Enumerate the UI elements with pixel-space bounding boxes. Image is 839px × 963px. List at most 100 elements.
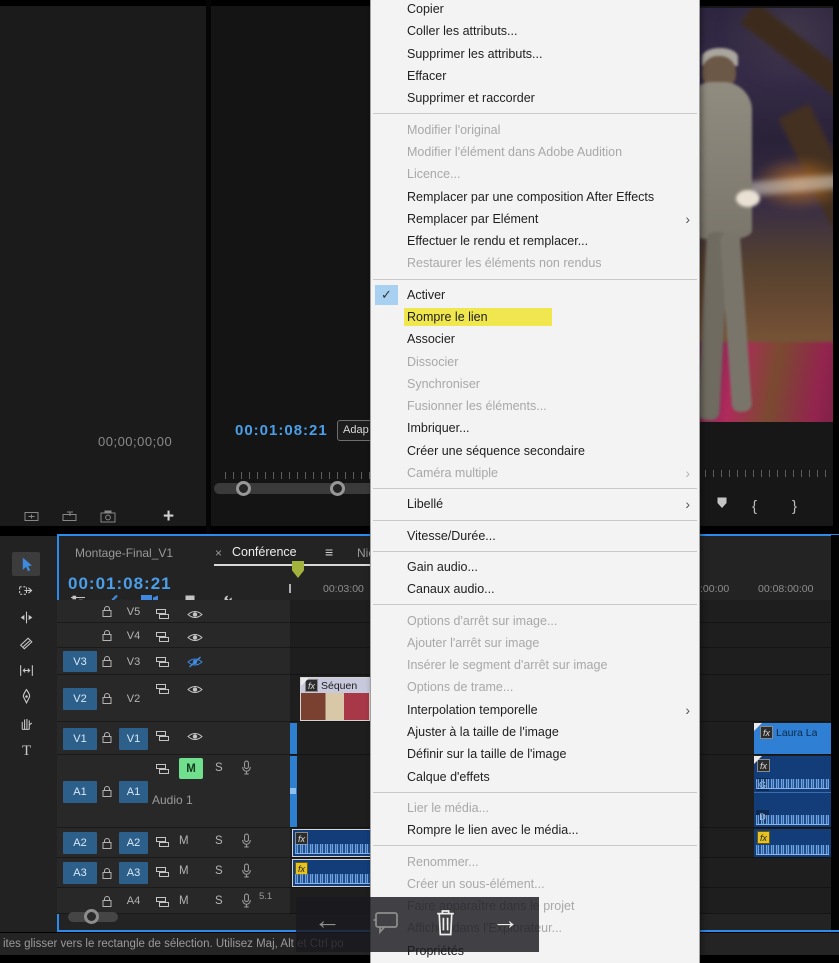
- ripple-edit-tool[interactable]: [12, 605, 40, 629]
- target-track-v3[interactable]: V3: [119, 651, 148, 672]
- pen-tool[interactable]: [12, 685, 40, 709]
- scrollbar-handle[interactable]: [84, 909, 99, 924]
- track-header-v1[interactable]: V1 V1: [57, 722, 290, 755]
- menu-item-cr-er-une-s-quence-secondaire[interactable]: Créer une séquence secondaire: [371, 440, 699, 462]
- zoom-handle-right[interactable]: [330, 481, 345, 496]
- toggle-track-output-icon[interactable]: [187, 630, 203, 648]
- forward-arrow-icon[interactable]: →: [492, 905, 519, 936]
- solo-button[interactable]: S: [215, 762, 223, 774]
- lock-icon[interactable]: [101, 655, 113, 673]
- toggle-track-output-icon[interactable]: [187, 682, 203, 700]
- add-marker-icon[interactable]: [716, 496, 728, 513]
- track-options-icon[interactable]: [155, 895, 170, 913]
- track-options-icon[interactable]: [155, 655, 170, 673]
- lock-icon[interactable]: [101, 692, 113, 710]
- selection-tool[interactable]: [12, 552, 40, 576]
- target-track-v5[interactable]: V5: [119, 603, 148, 620]
- timeline-timecode[interactable]: 00:01:08:21: [68, 574, 172, 594]
- hand-tool[interactable]: [12, 711, 40, 735]
- voiceover-mic-icon[interactable]: [241, 863, 252, 883]
- source-patch-v2[interactable]: V2: [63, 687, 97, 710]
- source-patch-a1[interactable]: A1: [63, 780, 97, 803]
- mark-out-icon[interactable]: }: [792, 498, 797, 515]
- zoom-handle-left[interactable]: [236, 481, 251, 496]
- tab-conference[interactable]: Conférence: [232, 545, 297, 559]
- tab-montage-final[interactable]: Montage-Final_V1: [75, 546, 173, 560]
- menu-item-effectuer-le-rendu-et-remplacer[interactable]: Effectuer le rendu et remplacer...: [371, 230, 699, 252]
- target-track-v2[interactable]: V2: [119, 688, 148, 710]
- voiceover-mic-icon[interactable]: [241, 893, 252, 913]
- lock-icon[interactable]: [101, 867, 113, 885]
- menu-item-effacer[interactable]: Effacer: [371, 65, 699, 87]
- track-header-a1[interactable]: A1 A1 M S Audio 1: [57, 755, 290, 828]
- track-options-icon[interactable]: [155, 630, 170, 648]
- audio-clip-a2-right[interactable]: fx: [754, 829, 831, 857]
- video-clip-laura[interactable]: fx Laura La: [754, 723, 831, 754]
- close-tab-icon[interactable]: ×: [215, 546, 222, 560]
- razor-tool[interactable]: [12, 632, 40, 656]
- lock-icon[interactable]: [101, 895, 113, 913]
- menu-item-copier[interactable]: Copier: [371, 0, 699, 20]
- target-track-a3[interactable]: A3: [119, 862, 148, 884]
- solo-button[interactable]: S: [215, 865, 223, 877]
- lock-icon[interactable]: [101, 629, 113, 647]
- mute-button[interactable]: M: [179, 895, 189, 907]
- menu-item-imbriquer[interactable]: Imbriquer...: [371, 417, 699, 439]
- target-track-v4[interactable]: V4: [119, 626, 148, 645]
- menu-item-interpolation-temporelle[interactable]: Interpolation temporelle ›: [371, 699, 699, 721]
- track-header-a3[interactable]: A3 A3 M S: [57, 858, 290, 888]
- track-header-a2[interactable]: A2 A2 M S: [57, 828, 290, 858]
- toggle-track-output-hidden-icon[interactable]: [187, 655, 203, 673]
- panel-menu-icon[interactable]: ≡: [325, 544, 333, 560]
- source-patch-a2[interactable]: A2: [63, 832, 97, 854]
- menu-item-gain-audio[interactable]: Gain audio...: [371, 556, 699, 578]
- track-options-icon[interactable]: [155, 682, 170, 700]
- track-header-v5[interactable]: V5: [57, 600, 290, 623]
- mute-button[interactable]: M: [179, 835, 189, 847]
- type-tool[interactable]: T: [12, 738, 40, 762]
- menu-item-ajuster-la-taille-de-l-image[interactable]: Ajuster à la taille de l'image: [371, 721, 699, 743]
- source-patch-v1[interactable]: V1: [63, 727, 97, 750]
- source-patch-a3[interactable]: A3: [63, 862, 97, 884]
- lock-icon[interactable]: [101, 785, 113, 803]
- menu-item-supprimer-les-attributs[interactable]: Supprimer les attributs...: [371, 43, 699, 65]
- lock-icon[interactable]: [101, 731, 113, 749]
- trash-icon[interactable]: [434, 907, 457, 943]
- source-patch-v3[interactable]: V3: [63, 651, 97, 672]
- menu-item-supprimer-et-raccorder[interactable]: Supprimer et raccorder: [371, 87, 699, 109]
- solo-button[interactable]: S: [215, 895, 223, 907]
- extract-icon[interactable]: [62, 510, 78, 528]
- track-options-icon[interactable]: [155, 729, 170, 747]
- menu-item-remplacer-par-une-composition-after-effects[interactable]: Remplacer par une composition After Effe…: [371, 185, 699, 207]
- track-options-icon[interactable]: [155, 762, 170, 780]
- keyframe-marker[interactable]: [290, 788, 296, 794]
- export-frame-camera-icon[interactable]: [100, 510, 116, 528]
- track-header-v3[interactable]: V3 V3: [57, 648, 290, 675]
- menu-item-libell[interactable]: Libellé ›: [371, 493, 699, 515]
- target-track-a1[interactable]: A1: [119, 780, 148, 803]
- lock-icon[interactable]: [101, 605, 113, 623]
- slip-tool[interactable]: [12, 658, 40, 682]
- track-header-v2[interactable]: V2 V2: [57, 675, 290, 722]
- button-editor-plus-icon[interactable]: +: [163, 506, 174, 528]
- comment-icon[interactable]: [372, 911, 399, 940]
- menu-item-coller-les-attributs[interactable]: Coller les attributs...: [371, 20, 699, 42]
- target-track-a4[interactable]: A4: [119, 891, 148, 911]
- video-clip-edge[interactable]: [290, 723, 297, 754]
- target-track-v1[interactable]: V1: [119, 727, 148, 750]
- menu-item-rompre-le-lien-avec-le-m-dia[interactable]: Rompre le lien avec le média...: [371, 819, 699, 841]
- voiceover-mic-icon[interactable]: [241, 760, 252, 780]
- track-options-icon[interactable]: [155, 835, 170, 853]
- menu-item-associer[interactable]: Associer: [371, 328, 699, 350]
- menu-item-activer[interactable]: ✓ Activer: [371, 284, 699, 306]
- audio-clip-stereo[interactable]: fx G D: [754, 756, 831, 827]
- mute-button[interactable]: M: [179, 758, 203, 779]
- lift-icon[interactable]: [24, 510, 40, 528]
- menu-item-calque-d-effets[interactable]: Calque d'effets: [371, 766, 699, 788]
- solo-button[interactable]: S: [215, 835, 223, 847]
- program-zoom-scrollbar[interactable]: [214, 481, 374, 496]
- mark-in-icon[interactable]: {: [752, 498, 757, 515]
- menu-item-rompre-le-lien[interactable]: Rompre le lien: [371, 306, 699, 328]
- menu-item-d-finir-sur-la-taille-de-l-image[interactable]: Définir sur la taille de l'image: [371, 743, 699, 765]
- mute-button[interactable]: M: [179, 865, 189, 877]
